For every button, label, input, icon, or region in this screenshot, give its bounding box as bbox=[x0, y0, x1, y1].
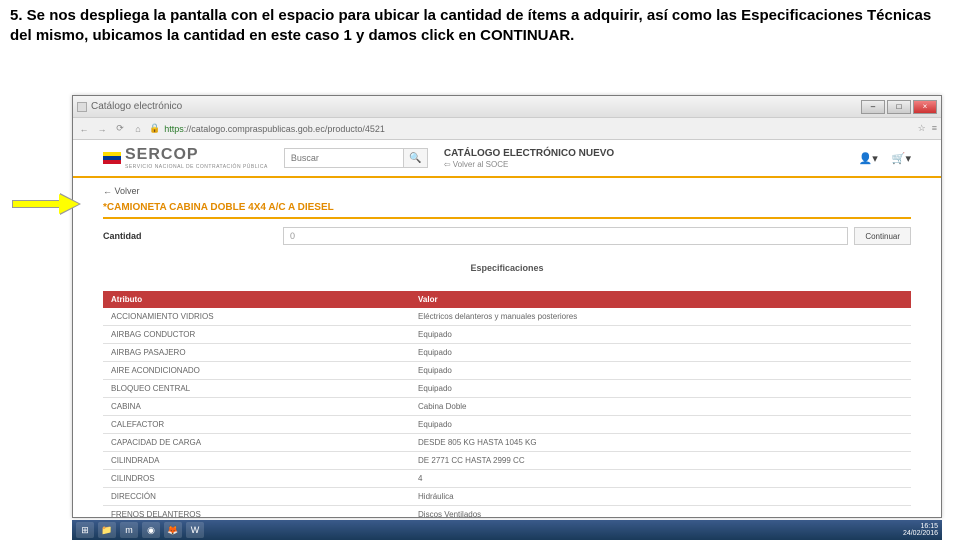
tab-favicon bbox=[77, 102, 87, 112]
windows-taskbar: ⊞ 📁 m ◉ 🦊 W 16:15 24/02/2016 bbox=[72, 520, 942, 540]
attr-cell: AIRE ACONDICIONADO bbox=[103, 362, 410, 380]
table-row: CILINDROS4 bbox=[103, 470, 911, 488]
value-cell: Cabina Doble bbox=[410, 398, 911, 416]
value-cell: Equipado bbox=[410, 326, 911, 344]
value-cell: Equipado bbox=[410, 362, 911, 380]
browser-window: Catálogo electrónico – □ × ← → ⟳ ⌂ 🔒 htt… bbox=[72, 95, 942, 518]
star-icon[interactable]: ☆ bbox=[918, 123, 926, 134]
user-icon[interactable]: 👤▾ bbox=[859, 152, 878, 165]
page-content: SERCOP SERVICIO NACIONAL DE CONTRATACIÓN… bbox=[73, 140, 941, 517]
logo-main-text: SERCOP bbox=[125, 146, 268, 164]
search-icon: 🔍 bbox=[409, 153, 421, 164]
attr-cell: CILINDROS bbox=[103, 470, 410, 488]
browser-titlebar: Catálogo electrónico – □ × bbox=[73, 96, 941, 118]
start-button[interactable]: ⊞ bbox=[76, 522, 94, 538]
attr-cell: CILINDRADA bbox=[103, 452, 410, 470]
catalog-title: CATÁLOGO ELECTRÓNICO NUEVO bbox=[444, 148, 614, 159]
attr-cell: CABINA bbox=[103, 398, 410, 416]
chrome-icon[interactable]: ◉ bbox=[142, 522, 160, 538]
table-row: AIRBAG PASAJEROEquipado bbox=[103, 344, 911, 362]
window-maximize-button[interactable]: □ bbox=[887, 100, 911, 114]
nav-back-button[interactable]: ← bbox=[77, 122, 91, 136]
search-input[interactable] bbox=[284, 148, 404, 168]
value-cell: Eléctricos delanteros y manuales posteri… bbox=[410, 308, 911, 326]
specs-table: Atributo Valor ACCIONAMIENTO VIDRIOSEléc… bbox=[103, 291, 911, 517]
value-cell: DESDE 805 KG HASTA 1045 KG bbox=[410, 434, 911, 452]
specs-heading: Especificaciones bbox=[103, 263, 911, 273]
nav-reload-button[interactable]: ⟳ bbox=[113, 122, 127, 136]
volver-soce-link[interactable]: ⇦ Volver al SOCE bbox=[444, 160, 614, 169]
menu-icon[interactable]: ≡ bbox=[932, 123, 937, 134]
search-button[interactable]: 🔍 bbox=[404, 148, 428, 168]
quantity-label: Cantidad bbox=[103, 231, 283, 241]
instruction-text: 5. Se nos despliega la pantalla con el e… bbox=[0, 0, 960, 49]
window-close-button[interactable]: × bbox=[913, 100, 937, 114]
nav-home-button[interactable]: ⌂ bbox=[131, 122, 145, 136]
word-icon[interactable]: W bbox=[186, 522, 204, 538]
cart-icon[interactable]: 🛒▾ bbox=[892, 152, 911, 165]
col-value: Valor bbox=[410, 291, 911, 308]
table-row: BLOQUEO CENTRALEquipado bbox=[103, 380, 911, 398]
attr-cell: AIRBAG PASAJERO bbox=[103, 344, 410, 362]
table-row: CAPACIDAD DE CARGADESDE 805 KG HASTA 104… bbox=[103, 434, 911, 452]
attr-cell: ACCIONAMIENTO VIDRIOS bbox=[103, 308, 410, 326]
search-wrap: 🔍 bbox=[284, 148, 428, 168]
value-cell: Hidráulica bbox=[410, 488, 911, 506]
col-attribute: Atributo bbox=[103, 291, 410, 308]
clock-time: 16:15 bbox=[903, 523, 938, 530]
value-cell: DE 2771 CC HASTA 2999 CC bbox=[410, 452, 911, 470]
address-bar: ← → ⟳ ⌂ 🔒 https://catalogo.compraspublic… bbox=[73, 118, 941, 140]
table-row: AIRBAG CONDUCTOREquipado bbox=[103, 326, 911, 344]
attr-cell: CALEFACTOR bbox=[103, 416, 410, 434]
system-tray[interactable]: 16:15 24/02/2016 bbox=[903, 523, 938, 537]
table-row: CILINDRADADE 2771 CC HASTA 2999 CC bbox=[103, 452, 911, 470]
value-cell: Equipado bbox=[410, 416, 911, 434]
logo-sub-text: SERVICIO NACIONAL DE CONTRATACIÓN PÚBLIC… bbox=[125, 164, 268, 170]
table-row: CABINACabina Doble bbox=[103, 398, 911, 416]
attr-cell: AIRBAG CONDUCTOR bbox=[103, 326, 410, 344]
volver-link[interactable]: ← Volver bbox=[103, 186, 911, 196]
quantity-row: Cantidad Continuar bbox=[103, 227, 911, 245]
value-cell: Equipado bbox=[410, 380, 911, 398]
nav-forward-button[interactable]: → bbox=[95, 122, 109, 136]
value-cell: 4 bbox=[410, 470, 911, 488]
value-cell: Equipado bbox=[410, 344, 911, 362]
table-row: ACCIONAMIENTO VIDRIOSEléctricos delanter… bbox=[103, 308, 911, 326]
sercop-logo: SERCOP SERVICIO NACIONAL DE CONTRATACIÓN… bbox=[125, 146, 268, 170]
explorer-icon[interactable]: 📁 bbox=[98, 522, 116, 538]
quantity-input[interactable] bbox=[283, 227, 848, 245]
product-title: *CAMIONETA CABINA DOBLE 4X4 A/C A DIESEL bbox=[103, 202, 911, 219]
site-header: SERCOP SERVICIO NACIONAL DE CONTRATACIÓN… bbox=[73, 140, 941, 178]
attr-cell: BLOQUEO CENTRAL bbox=[103, 380, 410, 398]
table-row: AIRE ACONDICIONADOEquipado bbox=[103, 362, 911, 380]
lock-icon: 🔒 bbox=[149, 123, 160, 134]
app-icon-1[interactable]: m bbox=[120, 522, 138, 538]
window-minimize-button[interactable]: – bbox=[861, 100, 885, 114]
table-row: DIRECCIÓNHidráulica bbox=[103, 488, 911, 506]
value-cell: Discos Ventilados bbox=[410, 506, 911, 518]
callout-arrow bbox=[12, 196, 82, 214]
table-row: FRENOS DELANTEROSDiscos Ventilados bbox=[103, 506, 911, 518]
clock-date: 24/02/2016 bbox=[903, 530, 938, 537]
attr-cell: CAPACIDAD DE CARGA bbox=[103, 434, 410, 452]
flag-icon bbox=[103, 152, 121, 164]
firefox-icon[interactable]: 🦊 bbox=[164, 522, 182, 538]
url-text[interactable]: https://catalogo.compraspublicas.gob.ec/… bbox=[164, 124, 913, 134]
attr-cell: FRENOS DELANTEROS bbox=[103, 506, 410, 518]
continuar-button[interactable]: Continuar bbox=[854, 227, 911, 245]
attr-cell: DIRECCIÓN bbox=[103, 488, 410, 506]
tab-title: Catálogo electrónico bbox=[91, 101, 182, 112]
table-row: CALEFACTOREquipado bbox=[103, 416, 911, 434]
